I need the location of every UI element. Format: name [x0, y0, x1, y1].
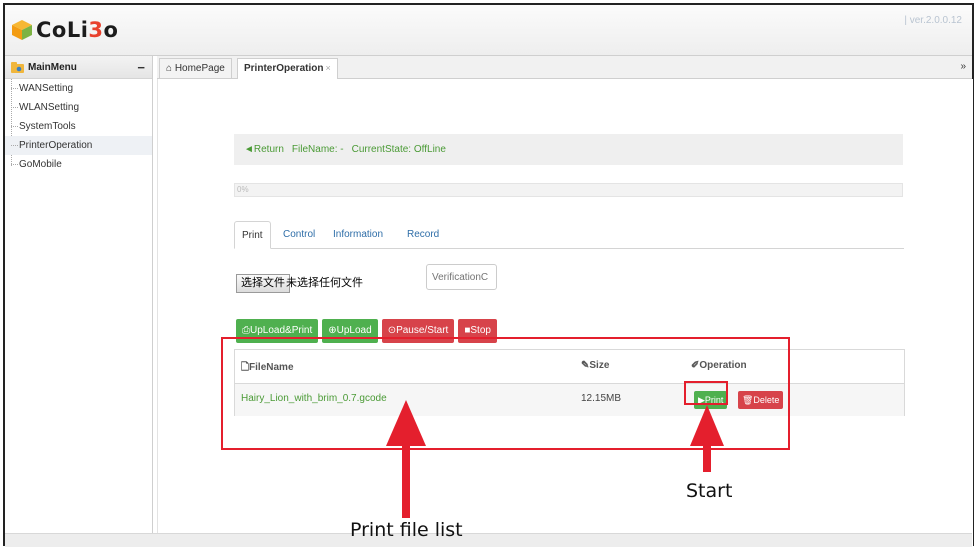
- annotation-arrows: [386, 400, 724, 518]
- print-file-list-annotation-label: Print file list: [350, 519, 463, 541]
- arrow-to-print-button-icon: [690, 405, 724, 472]
- arrow-to-file-list-icon: [386, 400, 426, 518]
- start-annotation-label: Start: [686, 480, 733, 502]
